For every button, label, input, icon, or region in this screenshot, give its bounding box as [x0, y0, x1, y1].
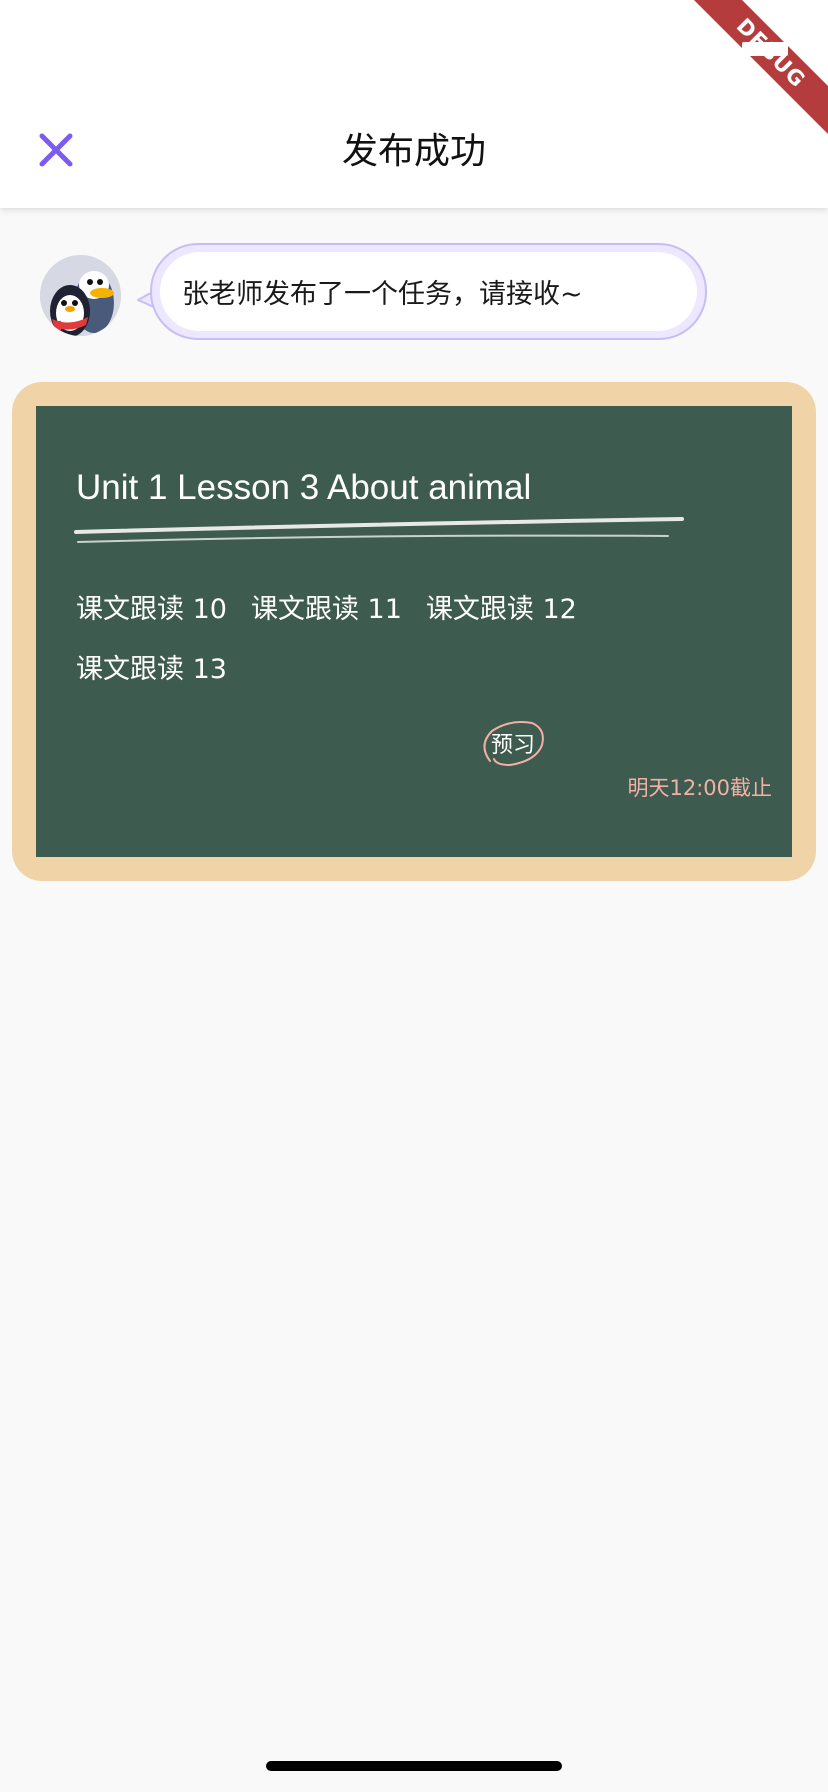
task-card[interactable]: Unit 1 Lesson 3 About animal 课文跟读 10 课文跟… — [12, 382, 816, 881]
preview-badge: 预习 — [476, 715, 550, 771]
lesson-list: 课文跟读 10 课文跟读 11 课文跟读 12 课文跟读 13 — [76, 594, 716, 686]
lesson-item: 课文跟读 10 — [76, 594, 227, 625]
penguin-avatar — [40, 255, 121, 336]
blackboard: Unit 1 Lesson 3 About animal 课文跟读 10 课文跟… — [36, 406, 792, 857]
chalk-underline — [74, 517, 684, 543]
deadline-text: 明天12:00截止 — [627, 776, 772, 800]
task-title: Unit 1 Lesson 3 About animal — [76, 468, 532, 507]
app-header: 发布成功 — [0, 0, 828, 208]
lesson-item: 课文跟读 13 — [76, 654, 227, 685]
message-text: 张老师发布了一个任务，请接收~ — [182, 279, 583, 310]
home-indicator[interactable] — [266, 1761, 562, 1771]
screen: DEBUG 发布成功 — [0, 0, 828, 1792]
lesson-item: 课文跟读 11 — [250, 594, 402, 625]
message-bubble: 张老师发布了一个任务，请接收~ — [150, 243, 707, 340]
preview-label: 预习 — [490, 733, 535, 758]
page-title: 发布成功 — [341, 131, 486, 172]
lesson-item: 课文跟读 12 — [425, 594, 577, 625]
debug-banner-overlay — [742, 42, 788, 56]
